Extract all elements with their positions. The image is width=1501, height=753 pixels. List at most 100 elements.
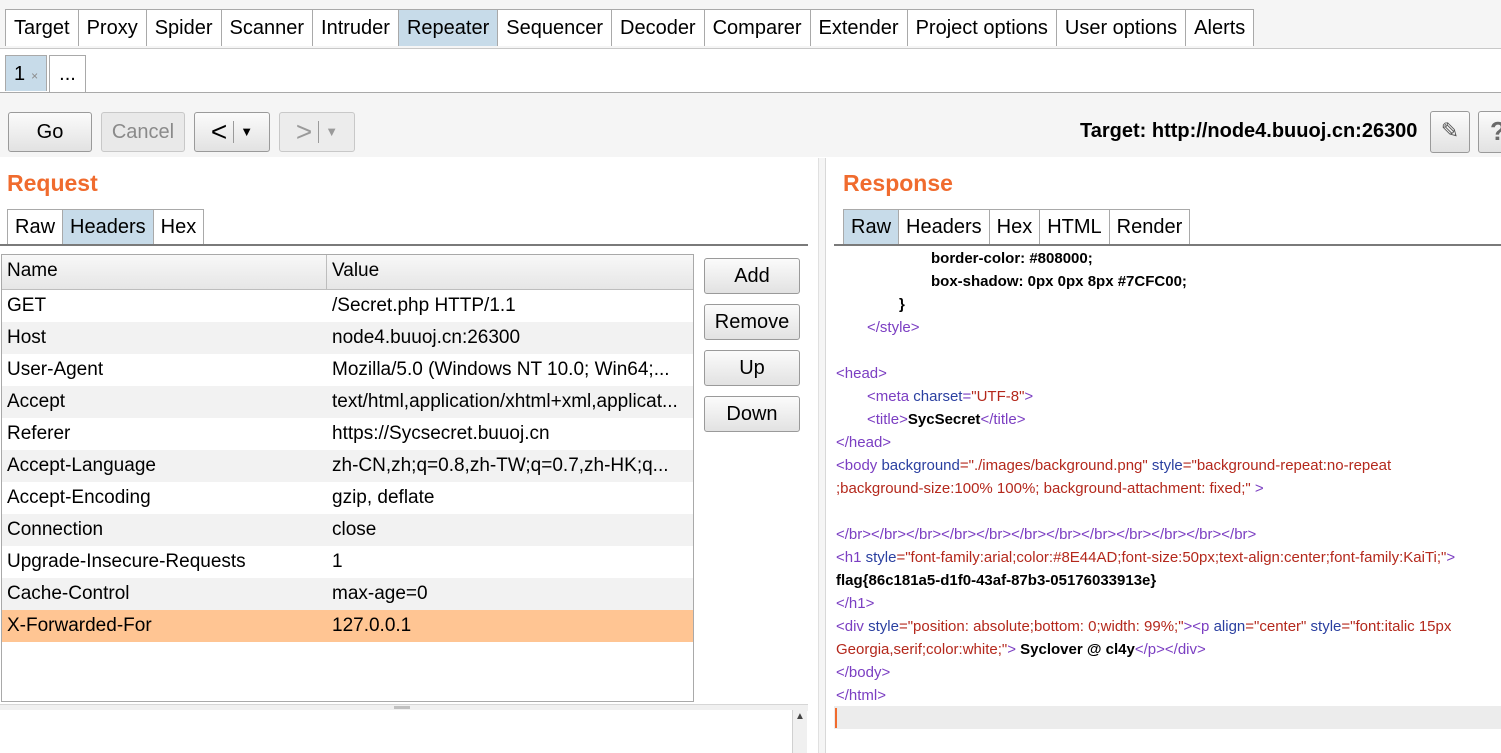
help-button[interactable]: ? [1478,111,1501,153]
table-row[interactable]: Referer https://Sycsecret.buuoj.cn [2,418,693,450]
code-line: </br></br></br></br></br></br></br></br>… [836,526,1257,543]
response-title: Response [843,170,953,196]
header-value: /Secret.php HTTP/1.1 [332,295,516,316]
tab-spider[interactable]: Spider [145,9,222,46]
forward-button[interactable]: > ▼ [279,112,355,152]
code-line: <meta charset="UTF-8"> [867,388,1034,405]
header-name: User-Agent [7,359,104,380]
response-tab-raw[interactable]: Raw [843,209,900,244]
go-button[interactable]: Go [8,112,92,152]
tab-project-options[interactable]: Project options [906,9,1057,46]
request-tab-headers[interactable]: Headers [62,209,154,244]
code-line: <h1 style="font-family:arial;color:#8E44… [836,549,1456,566]
tab-alerts[interactable]: Alerts [1185,9,1255,46]
code-line: box-shadow: 0px 0px 8px #7CFC00; [931,273,1187,290]
target-label: Target: http://node4.buuoj.cn:26300 [1080,120,1418,142]
code-line: } [899,296,905,313]
header-value: text/html,application/xhtml+xml,applicat… [332,391,678,412]
response-raw-editor[interactable]: border-color: #808000; box-shadow: 0px 0… [834,248,1501,753]
request-title: Request [7,170,98,196]
table-row[interactable]: GET/Secret.php HTTP/1.1 [2,290,693,322]
response-tab-render[interactable]: Render [1108,209,1191,244]
code-line: border-color: #808000; [931,250,1093,267]
response-panel: Response Raw Headers Hex HTML Render bor… [826,158,1501,753]
current-line-highlight [834,706,1501,729]
column-header-name[interactable]: Name [2,255,327,289]
repeater-tab-1[interactable]: 1 × [5,55,47,91]
scroll-up-icon[interactable]: ▲ [793,710,807,724]
tab-comparer[interactable]: Comparer [703,9,811,46]
table-row[interactable]: Connection close [2,514,693,546]
table-row[interactable]: Accept text/html,application/xhtml+xml,ap… [2,386,693,418]
header-name: Accept-Language [7,455,156,476]
request-body-editor[interactable] [0,710,792,753]
move-up-button[interactable]: Up [704,350,800,386]
help-icon: ? [1490,116,1501,146]
header-value: Mozilla/5.0 (Windows NT 10.0; Win64;... [332,359,670,380]
chevron-right-icon: > [295,116,313,147]
response-tab-html[interactable]: HTML [1039,209,1110,244]
header-value: close [332,519,377,540]
scrollbar[interactable]: ▲ [792,710,807,753]
back-button[interactable]: < ▼ [194,112,270,152]
close-icon[interactable]: × [31,69,38,83]
drag-handle-icon[interactable] [394,706,410,709]
column-header-value[interactable]: Value [327,255,693,289]
table-row-selected[interactable]: X-Forwarded-For 127.0.0.1 [2,610,693,642]
tab-extender[interactable]: Extender [809,9,908,46]
code-line: </html> [836,687,887,704]
tab-intruder[interactable]: Intruder [312,9,399,46]
remove-header-button[interactable]: Remove [704,304,800,340]
code-line: </head> [836,434,892,451]
code-line: </h1> [836,595,875,612]
tab-proxy[interactable]: Proxy [77,9,147,46]
repeater-tab-bar: 1 × ... [0,49,1501,93]
divider [834,244,1501,246]
edit-target-button[interactable]: ✎ [1430,111,1470,153]
header-value: 1 [332,551,343,572]
request-tab-raw[interactable]: Raw [7,209,64,244]
request-view-tabs: Raw Headers Hex [7,209,205,244]
tab-sequencer[interactable]: Sequencer [497,9,612,46]
table-row[interactable]: Accept-Language zh-CN,zh;q=0.8,zh-TW;q=0.… [2,450,693,482]
header-value: zh-CN,zh;q=0.8,zh-TW;q=0.7,zh-HK;q... [332,455,669,476]
chevron-down-icon[interactable]: ▼ [319,113,338,151]
tab-scanner[interactable]: Scanner [220,9,314,46]
table-row[interactable]: Host node4.buuoj.cn:26300 [2,322,693,354]
response-tab-hex[interactable]: Hex [988,209,1041,244]
header-name: Connection [7,519,104,540]
tab-target[interactable]: Target [5,9,79,46]
move-down-button[interactable]: Down [704,396,800,432]
code-line-flag: flag{86c181a5-d1f0-43af-87b3-05176033913… [836,572,1157,589]
header-value: gzip, deflate [332,487,435,508]
response-tab-headers[interactable]: Headers [898,209,990,244]
header-value: 127.0.0.1 [332,615,412,636]
table-row[interactable]: Cache-Control max-age=0 [2,578,693,610]
header-value: https://Sycsecret.buuoj.cn [332,423,550,444]
table-row[interactable]: Upgrade-Insecure-Requests 1 [2,546,693,578]
divider [0,244,808,246]
chevron-down-icon[interactable]: ▼ [234,113,253,151]
panel-splitter[interactable] [818,158,826,753]
code-line: <title>SycSecret</title> [867,411,1026,428]
header-name: X-Forwarded-For [7,615,152,636]
table-header: Name Value [2,255,693,290]
cancel-button[interactable]: Cancel [101,112,185,152]
pencil-icon: ✎ [1440,118,1460,143]
header-name: Cache-Control [7,583,130,604]
table-row[interactable]: Accept-Encoding gzip, deflate [2,482,693,514]
new-tab-button[interactable]: ... [49,55,86,92]
tab-repeater[interactable]: Repeater [397,9,499,46]
add-header-button[interactable]: Add [704,258,800,294]
tab-decoder[interactable]: Decoder [611,9,705,46]
tab-user-options[interactable]: User options [1055,9,1187,46]
header-name: Referer [7,423,71,444]
table-row[interactable]: User-Agent Mozilla/5.0 (Windows NT 10.0; … [2,354,693,386]
request-tab-hex[interactable]: Hex [152,209,205,244]
header-value: node4.buuoj.cn:26300 [332,327,521,348]
main-tab-bar: Target Proxy Spider Scanner Intruder Rep… [0,0,1501,49]
text-caret [835,708,837,728]
code-line: <body background="./images/background.pn… [836,457,1392,474]
chevron-left-icon: < [210,116,228,147]
headers-table: Name Value GET/Secret.php HTTP/1.1 Host n… [1,254,694,702]
